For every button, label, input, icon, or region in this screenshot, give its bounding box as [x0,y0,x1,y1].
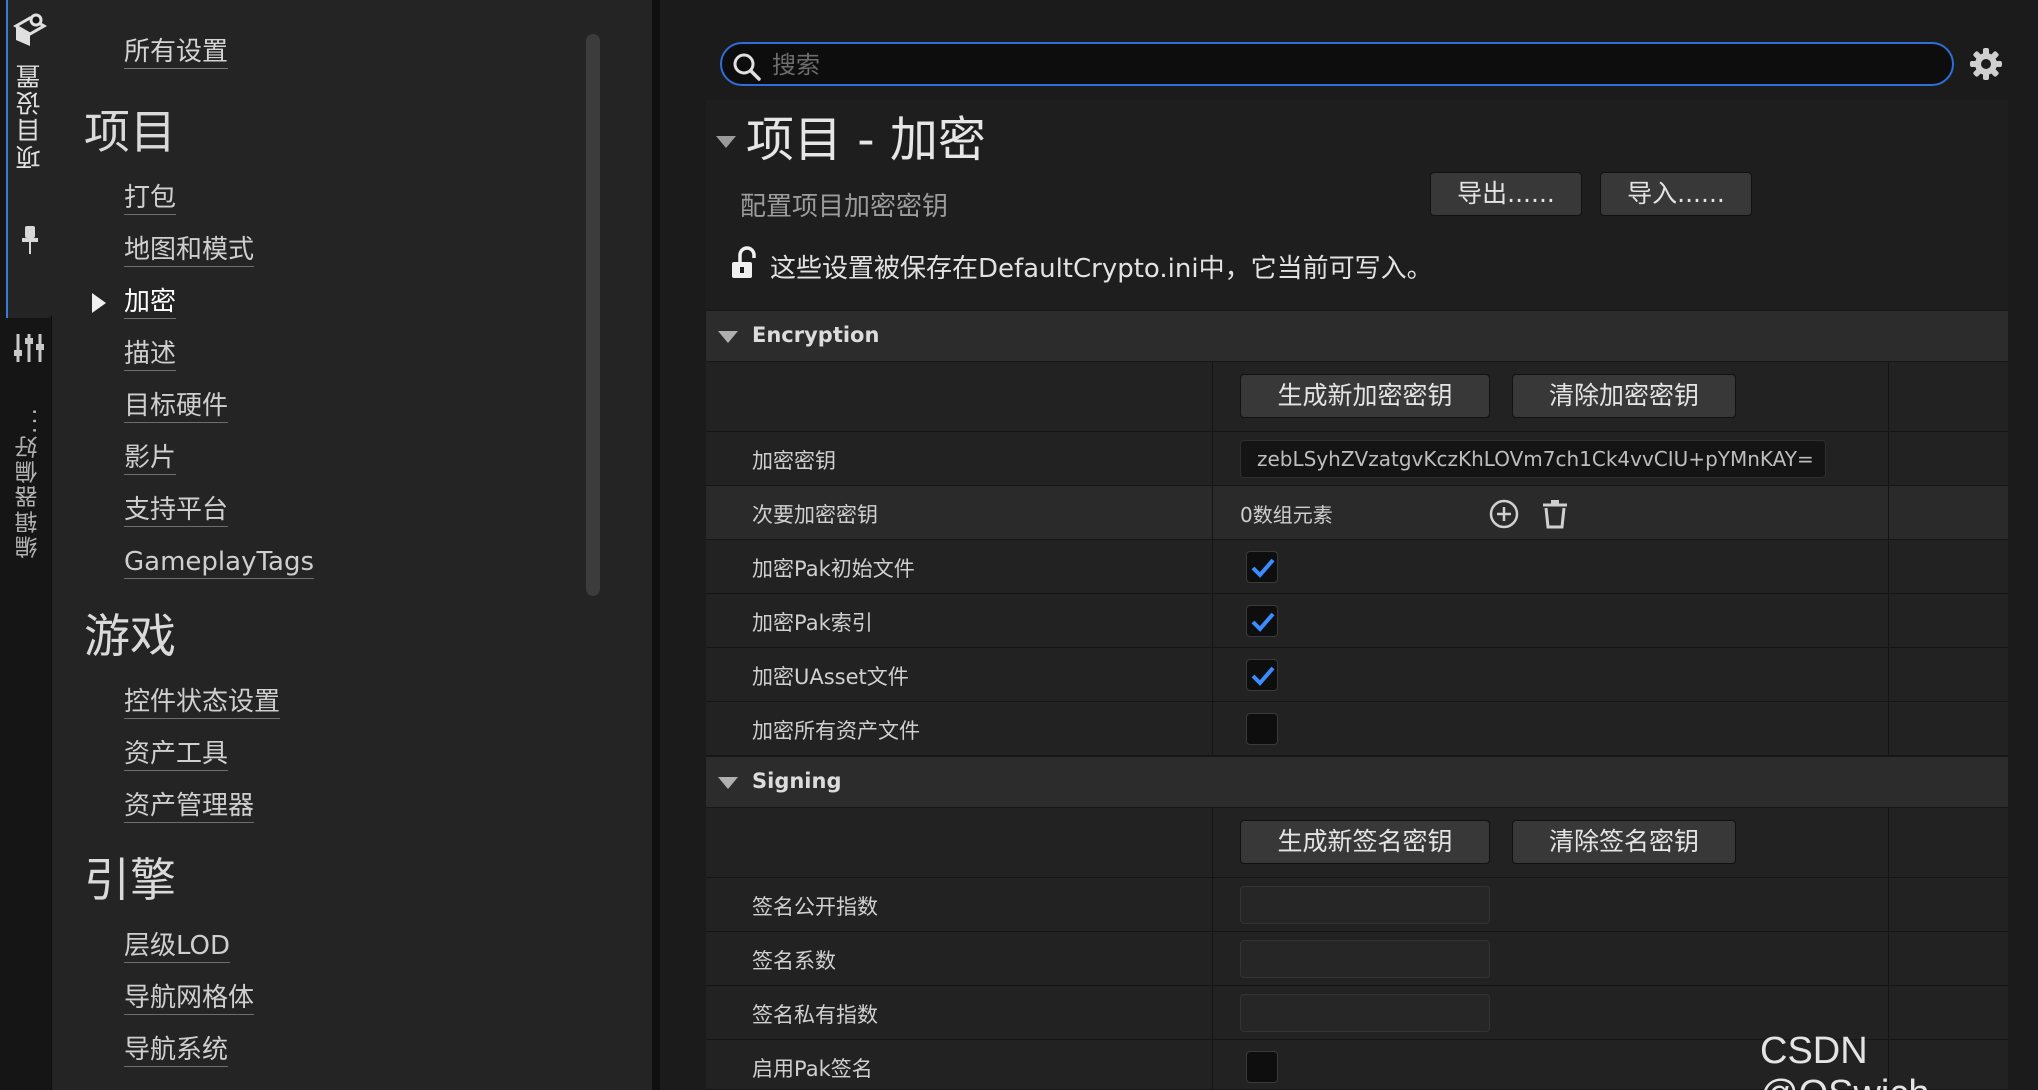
clear-encryption-key-button[interactable]: 清除加密密钥 [1512,374,1736,418]
nav-item-hlod[interactable]: 层级LOD [124,930,231,963]
secondary-key-label: 次要加密密钥 [752,503,878,527]
tab-project-settings[interactable]: 项目设置 [6,0,52,318]
signing-public-exponent-field[interactable] [1240,886,1490,924]
checkmark-icon [1251,666,1275,686]
trash-icon[interactable] [1540,498,1570,530]
encrypt-pak-index-label: 加密Pak索引 [752,611,873,635]
encryption-key-field[interactable]: zebLSyhZVzatgvKczKhLOVm7ch1Ck4vvCIU+pYMn… [1240,440,1826,478]
checkmark-icon [1251,558,1275,578]
page-header: 项目 - 加密 配置项目加密密钥 导出...... 导入...... 这些设置被… [706,100,2008,310]
checkbox-row: 加密所有资产文件 [706,702,2008,756]
section-title: Signing [752,769,842,793]
signing-private-exponent-label: 签名私有指数 [752,1003,878,1027]
nav-item-widget-state[interactable]: 控件状态设置 [124,686,281,719]
encrypt-all-assets-label: 加密所有资产文件 [752,719,920,743]
search-icon [733,53,761,81]
nav-item-movies[interactable]: 影片 [124,442,177,475]
sliders-icon [14,334,44,362]
encrypt-pak-ini-checkbox[interactable] [1246,551,1278,583]
encrypt-all-assets-checkbox[interactable] [1246,713,1278,745]
nav-category-engine: 引擎 [84,853,176,907]
signing-modulus-field[interactable] [1240,940,1490,978]
settings-cube-icon [12,13,48,46]
gear-icon[interactable] [1968,46,2004,82]
nav-category-project: 项目 [84,105,176,159]
encrypt-pak-ini-label: 加密Pak初始文件 [752,557,915,581]
signing-modulus-row: 签名系数 [706,932,2008,986]
tab-editor-preferences-label: 编辑器偏好... [16,406,42,559]
checkbox-row: 加密Pak索引 [706,594,2008,648]
encrypt-uasset-checkbox[interactable] [1246,659,1278,691]
encryption-key-row: 加密密钥 zebLSyhZVzatgvKczKhLOVm7ch1Ck4vvCIU… [706,432,2008,486]
nav-item-gameplay-tags[interactable]: GameplayTags [124,546,315,579]
details-panel: 项目 - 加密 配置项目加密密钥 导出...... 导入...... 这些设置被… [660,0,2038,1090]
search-input[interactable] [772,50,1932,80]
encryption-key-label: 加密密钥 [752,449,836,473]
enable-pak-signing-label: 启用Pak签名 [752,1057,873,1081]
encrypt-pak-index-checkbox[interactable] [1246,605,1278,637]
signing-private-exponent-field[interactable] [1240,994,1490,1032]
section-title: Encryption [752,323,880,347]
settings-nav: 所有设置 项目 打包 地图和模式 加密 描述 目标硬件 影片 支持平台 Game… [52,0,652,1090]
tab-editor-preferences[interactable]: 编辑器偏好... [6,330,52,559]
export-button[interactable]: 导出...... [1430,172,1582,216]
nav-item-navigation-system[interactable]: 导航系统 [124,1034,229,1067]
signing-actions-row: 生成新签名密钥 清除签名密钥 [706,808,2008,878]
nav-scrollbar[interactable] [586,34,600,596]
section-signing-header[interactable]: Signing [706,756,2008,808]
nav-item-encryption[interactable]: 加密 [124,286,177,319]
nav-item-target-hardware[interactable]: 目标硬件 [124,390,229,423]
nav-item-asset-tools[interactable]: 资产工具 [124,738,229,771]
checkbox-row: 加密Pak初始文件 [706,540,2008,594]
generate-signing-key-button[interactable]: 生成新签名密钥 [1240,820,1490,864]
nav-category-game: 游戏 [84,609,176,663]
pin-icon[interactable] [20,224,40,256]
import-button[interactable]: 导入...... [1600,172,1752,216]
collapse-arrow-icon [718,777,738,789]
splitter[interactable] [652,0,660,1090]
array-count: 0数组元素 [1240,503,1333,527]
page-subtitle: 配置项目加密密钥 [740,192,949,222]
secondary-key-row: 次要加密密钥 0数组元素 [706,486,2008,540]
watermark: CSDN @OSwich [1760,1030,1930,1090]
tab-project-settings-label: 项目设置 [15,62,44,170]
signing-public-exponent-label: 签名公开指数 [752,895,878,919]
encrypt-uasset-label: 加密UAsset文件 [752,665,909,689]
nav-item-maps-modes[interactable]: 地图和模式 [124,234,255,267]
add-element-icon[interactable] [1488,498,1520,530]
clear-signing-key-button[interactable]: 清除签名密钥 [1512,820,1736,864]
vertical-tab-strip: 项目设置 编辑器偏好... [0,0,52,1090]
nav-item-asset-manager[interactable]: 资产管理器 [124,790,255,823]
enable-pak-signing-checkbox[interactable] [1246,1051,1278,1083]
section-encryption-header[interactable]: Encryption [706,310,2008,362]
collapse-arrow-icon [718,331,738,343]
signing-public-exponent-row: 签名公开指数 [706,878,2008,932]
nav-item-description[interactable]: 描述 [124,338,177,371]
checkmark-icon [1251,612,1275,632]
nav-item-supported-platforms[interactable]: 支持平台 [124,494,229,527]
checkbox-row: 加密UAsset文件 [706,648,2008,702]
search-bar [720,42,1954,86]
nav-all-settings[interactable]: 所有设置 [124,36,229,69]
encryption-actions-row: 生成新加密密钥 清除加密密钥 [706,362,2008,432]
generate-encryption-key-button[interactable]: 生成新加密密钥 [1240,374,1490,418]
signing-modulus-label: 签名系数 [752,949,836,973]
nav-item-packaging[interactable]: 打包 [124,182,177,215]
collapse-arrow-icon[interactable] [716,136,736,148]
nav-item-navmesh[interactable]: 导航网格体 [124,982,255,1015]
nav-selected-caret-icon [92,293,106,313]
config-save-note: 这些设置被保存在DefaultCrypto.ini中，它当前可写入。 [770,254,1433,284]
page-title: 项目 - 加密 [746,112,986,168]
unlock-icon [732,246,756,278]
